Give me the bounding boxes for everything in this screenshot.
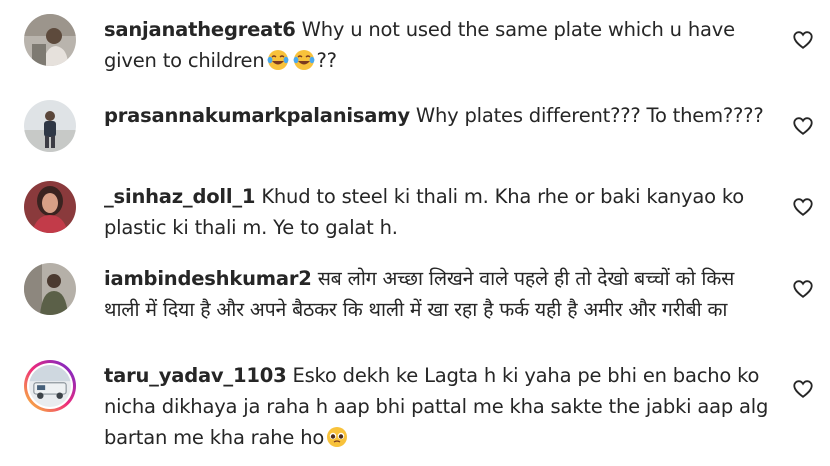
comment-username[interactable]: taru_yadav_1103 — [104, 364, 287, 387]
comment-body: Why plates different??? To them???? — [415, 104, 764, 127]
comment-text: iambindeshkumar2 सब लोग अच्छा लिखने वाले … — [104, 263, 774, 325]
avatar[interactable] — [24, 181, 76, 233]
avatar-image — [24, 263, 76, 315]
avatar[interactable] — [24, 14, 76, 66]
heart-outline-icon[interactable] — [792, 278, 814, 300]
comment-suffix: ?? — [316, 49, 338, 72]
comment-username[interactable]: _sinhaz_doll_1 — [104, 185, 256, 208]
avatar-image — [24, 100, 76, 152]
avatar[interactable] — [24, 100, 76, 152]
comment-username[interactable]: iambindeshkumar2 — [104, 267, 312, 290]
comment-text: _sinhaz_doll_1 Khud to steel ki thali m. … — [104, 181, 774, 243]
heart-outline-icon[interactable] — [792, 196, 814, 218]
avatar[interactable] — [24, 263, 76, 315]
comment-text: taru_yadav_1103 Esko dekh ke Lagta h ki y… — [104, 360, 774, 453]
avatar-image — [24, 181, 76, 233]
comment-username[interactable]: prasannakumarkpalanisamy — [104, 104, 410, 127]
avatar-image — [24, 14, 76, 66]
pleading-face-icon — [327, 427, 348, 447]
heart-outline-icon[interactable] — [792, 378, 814, 400]
avatar[interactable] — [24, 360, 76, 412]
comments-list: sanjanathegreat6 Why u not used the same … — [0, 0, 830, 466]
comment-text: sanjanathegreat6 Why u not used the same … — [104, 14, 774, 76]
comment-text: prasannakumarkpalanisamy Why plates diffe… — [104, 100, 774, 131]
face-with-tears-of-joy-icon — [293, 50, 314, 70]
heart-outline-icon[interactable] — [792, 115, 814, 137]
face-with-tears-of-joy-icon — [267, 50, 288, 70]
heart-outline-icon[interactable] — [792, 29, 814, 51]
avatar-image — [29, 365, 71, 407]
comment-username[interactable]: sanjanathegreat6 — [104, 18, 296, 41]
